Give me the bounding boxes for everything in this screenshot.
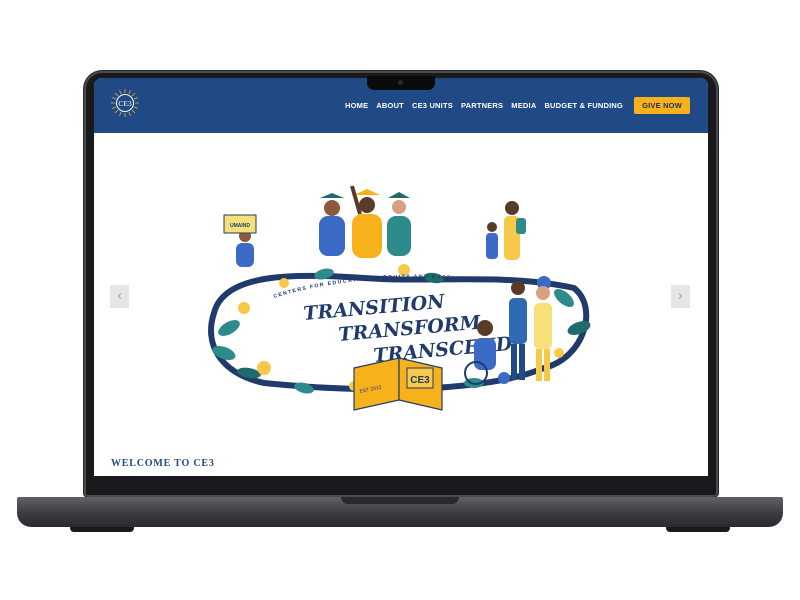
logo-text: CE3	[118, 99, 132, 108]
laptop-foot-right	[666, 527, 730, 532]
carousel-next-button[interactable]: ›	[671, 285, 690, 308]
nav-ce3-units[interactable]: CE3 UNITS	[412, 101, 453, 110]
book-text: CE3	[410, 375, 430, 386]
trackpad-notch	[341, 497, 459, 504]
chevron-right-icon: ›	[677, 289, 684, 304]
welcome-heading: WELCOME TO CE3	[111, 458, 215, 469]
carousel-prev-button[interactable]: ‹	[110, 285, 129, 308]
book-icon: CE3 EST 2012	[353, 357, 443, 411]
nav-partners[interactable]: PARTNERS	[461, 101, 503, 110]
chevron-left-icon: ‹	[116, 289, 123, 304]
laptop-foot-left	[70, 527, 134, 532]
laptop-base	[17, 497, 783, 527]
nav-home[interactable]: HOME	[345, 101, 368, 110]
family-figures	[486, 201, 526, 260]
give-now-button[interactable]: GIVE NOW	[634, 97, 690, 114]
child-with-sign: UMAIND	[223, 214, 257, 267]
camera-notch	[367, 76, 435, 90]
graduates	[319, 185, 411, 258]
ce3-logo[interactable]: CE3	[110, 88, 140, 118]
nav-media[interactable]: MEDIA	[511, 101, 536, 110]
nav-budget-funding[interactable]: BUDGET & FUNDING	[544, 101, 623, 110]
sign-text: UMAIND	[230, 223, 250, 229]
camera-icon	[398, 80, 403, 85]
main-nav: HOME ABOUT CE3 UNITS PARTNERS MEDIA BUDG…	[345, 97, 690, 114]
hero-carousel: ‹ › UMAIND CENTERS FOR EDUCATIONAL EQUIT…	[94, 133, 708, 463]
nav-about[interactable]: ABOUT	[376, 101, 404, 110]
hero-illustration: UMAIND CENTERS FOR EDUCATIONAL EQUITY AN…	[208, 185, 591, 411]
browser-screen: CE3 HOME ABOUT CE3 UNITS PARTNERS MEDIA …	[94, 78, 708, 476]
